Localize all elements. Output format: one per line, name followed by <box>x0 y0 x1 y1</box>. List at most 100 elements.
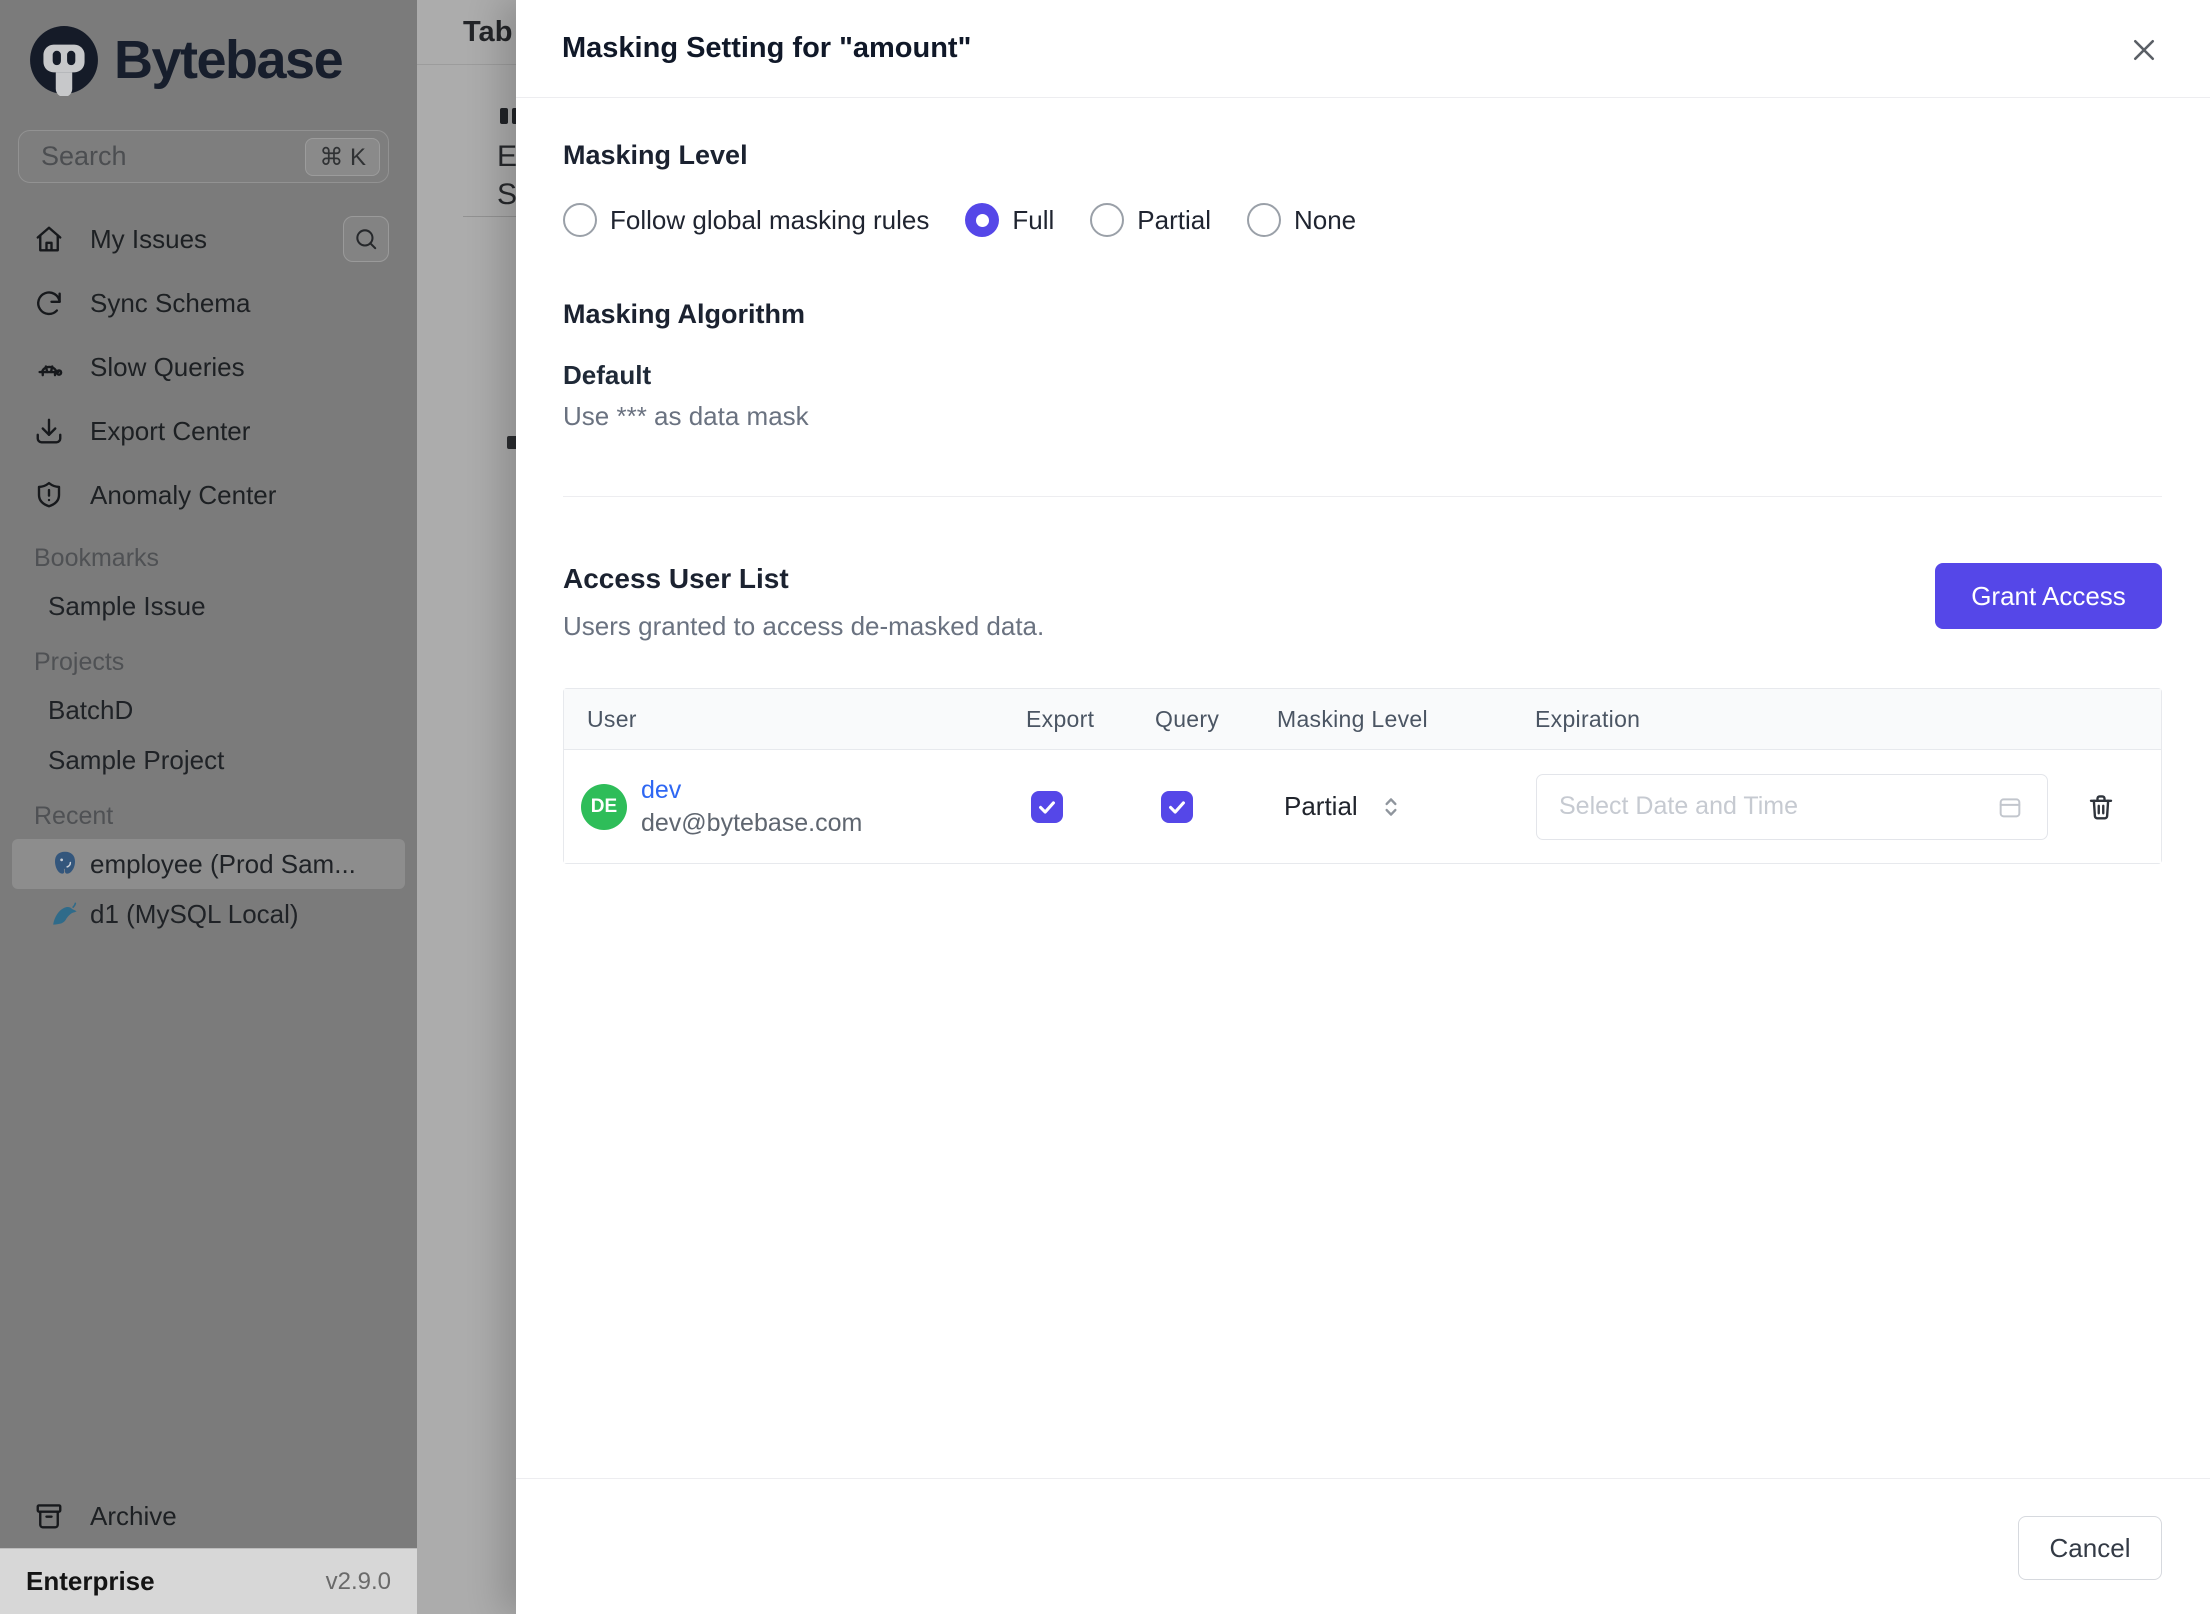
access-user-list-header: Access User List Users granted to access… <box>563 563 2162 642</box>
radio-follow-global[interactable]: Follow global masking rules <box>563 203 929 237</box>
issue-search-button[interactable] <box>343 216 389 262</box>
masking-level-value: Partial <box>1284 791 1358 821</box>
recent-item-label: d1 (MySQL Local) <box>90 898 299 929</box>
masking-setting-modal: Masking Setting for "amount" Masking Lev… <box>516 0 2210 1614</box>
turtle-icon <box>38 365 63 377</box>
search-shortcut-badge: ⌘ K <box>305 138 380 176</box>
sidebar-item-batchd[interactable]: BatchD <box>0 685 417 735</box>
column-header-query: Query <box>1155 705 1220 732</box>
section-label-bookmarks: Bookmarks <box>34 543 160 572</box>
expiration-cell <box>1519 773 2161 840</box>
sidebar-item-archive[interactable]: Archive <box>0 1484 417 1548</box>
background-text-fragment: S <box>497 178 518 211</box>
table-header-row: User Export Query Masking Level Expirati… <box>564 689 2161 750</box>
query-checkbox[interactable] <box>1161 790 1193 823</box>
algorithm-description: Use *** as data mask <box>563 401 809 431</box>
sync-icon <box>37 291 61 316</box>
sidebar: Bytebase ⌘ K My Issues <box>0 0 417 1614</box>
version-label: v2.9.0 <box>325 1567 391 1595</box>
modal-footer: Cancel <box>516 1478 2210 1614</box>
check-icon <box>1039 800 1055 814</box>
radio-full[interactable]: Full <box>965 203 1054 237</box>
user-cell: DE dev dev@bytebase.com <box>564 774 1009 840</box>
download-icon <box>36 418 62 444</box>
sidebar-item-label: Anomaly Center <box>90 479 277 510</box>
sidebar-item-employee-db[interactable]: employee (Prod Sam... <box>12 839 405 889</box>
access-user-table: User Export Query Masking Level Expirati… <box>563 688 2162 864</box>
sidebar-item-sync-schema[interactable]: Sync Schema <box>0 271 417 335</box>
column-header-export: Export <box>1026 705 1095 732</box>
sidebar-item-label: Archive <box>90 1500 177 1531</box>
sidebar-nav: My Issues Sync Schema Slow Queries Expor… <box>0 207 417 527</box>
sidebar-item-anomaly-center[interactable]: Anomaly Center <box>0 463 417 527</box>
home-icon <box>36 226 62 252</box>
shield-alert-icon <box>37 481 61 508</box>
trash-icon <box>2089 794 2113 819</box>
postgresql-icon <box>55 851 75 874</box>
masking-level-radio-group: Follow global masking rules Full Partial… <box>563 203 2162 237</box>
user-email: dev@bytebase.com <box>641 808 863 837</box>
sidebar-search-box[interactable]: ⌘ K <box>18 130 389 183</box>
sidebar-item-sample-issue[interactable]: Sample Issue <box>0 581 417 631</box>
sidebar-item-slow-queries[interactable]: Slow Queries <box>0 335 417 399</box>
section-label-recent: Recent <box>34 801 114 830</box>
sidebar-item-label: Export Center <box>90 415 251 446</box>
check-icon <box>1169 800 1185 814</box>
cancel-button[interactable]: Cancel <box>2018 1516 2162 1580</box>
radio-partial[interactable]: Partial <box>1090 203 1211 237</box>
sidebar-item-my-issues[interactable]: My Issues <box>0 207 417 271</box>
radio-none[interactable]: None <box>1246 203 1356 237</box>
recent-item-label: employee (Prod Sam... <box>90 848 356 879</box>
modal-body: Masking Level Follow global masking rule… <box>516 98 2210 1478</box>
background-text-fragment: E <box>497 140 518 173</box>
modal-header: Masking Setting for "amount" <box>516 0 2210 98</box>
export-checkbox[interactable] <box>1031 790 1063 823</box>
bytebase-logo-icon <box>30 26 98 96</box>
column-header-masking-level: Masking Level <box>1277 705 1428 732</box>
user-identity: dev dev@bytebase.com <box>641 774 862 840</box>
column-header-user: User <box>587 705 637 732</box>
search-icon <box>356 229 377 250</box>
chevron-up-down-icon <box>1385 797 1397 816</box>
modal-title: Masking Setting for "amount" <box>562 32 972 64</box>
radio-circle[interactable] <box>563 203 597 237</box>
masking-algorithm-heading: Masking Algorithm <box>563 299 806 329</box>
algorithm-name: Default <box>563 360 652 390</box>
grant-access-button[interactable]: Grant Access <box>1935 563 2162 629</box>
sidebar-footer: Enterprise v2.9.0 <box>0 1548 417 1614</box>
radio-circle[interactable] <box>1090 203 1125 237</box>
section-divider <box>563 496 2162 497</box>
expiration-input-wrap <box>1536 773 2048 840</box>
background-tab-title: Tab <box>463 15 513 48</box>
table-row: DE dev dev@bytebase.com Partial Select D… <box>564 750 2161 863</box>
logo-text: Bytebase <box>114 30 344 90</box>
user-name-link[interactable]: dev <box>641 774 862 807</box>
sidebar-item-sample-project[interactable]: Sample Project <box>0 735 417 785</box>
sidebar-item-label: Slow Queries <box>90 351 245 382</box>
logo: Bytebase <box>28 22 417 98</box>
sidebar-item-d1-db[interactable]: d1 (MySQL Local) <box>12 889 405 939</box>
app-root: Bytebase ⌘ K My Issues <box>0 0 2210 1614</box>
mysql-icon <box>53 902 77 925</box>
expiration-input[interactable] <box>1536 773 2048 840</box>
radio-circle[interactable] <box>1246 203 1281 237</box>
query-cell <box>1137 790 1265 823</box>
radio-circle-checked[interactable] <box>965 203 1000 237</box>
avatar: DE <box>581 783 627 830</box>
close-icon <box>2133 39 2155 61</box>
column-header-expiration: Expiration <box>1535 705 1641 732</box>
masking-level-heading: Masking Level <box>563 140 748 170</box>
delete-user-button[interactable] <box>2086 792 2116 822</box>
section-label-projects: Projects <box>34 647 125 676</box>
close-button[interactable] <box>2129 35 2159 65</box>
access-user-list-description: Users granted to access de-masked data. <box>563 611 1045 641</box>
access-user-list-heading: Access User List <box>563 563 789 594</box>
calendar-icon[interactable] <box>1996 793 2024 821</box>
export-cell <box>1009 790 1137 823</box>
sidebar-item-label: My Issues <box>90 223 208 254</box>
masking-level-select[interactable]: Partial <box>1265 791 1519 822</box>
archive-icon <box>36 1504 62 1529</box>
sidebar-item-label: Sync Schema <box>90 287 251 318</box>
sidebar-item-export-center[interactable]: Export Center <box>0 399 417 463</box>
